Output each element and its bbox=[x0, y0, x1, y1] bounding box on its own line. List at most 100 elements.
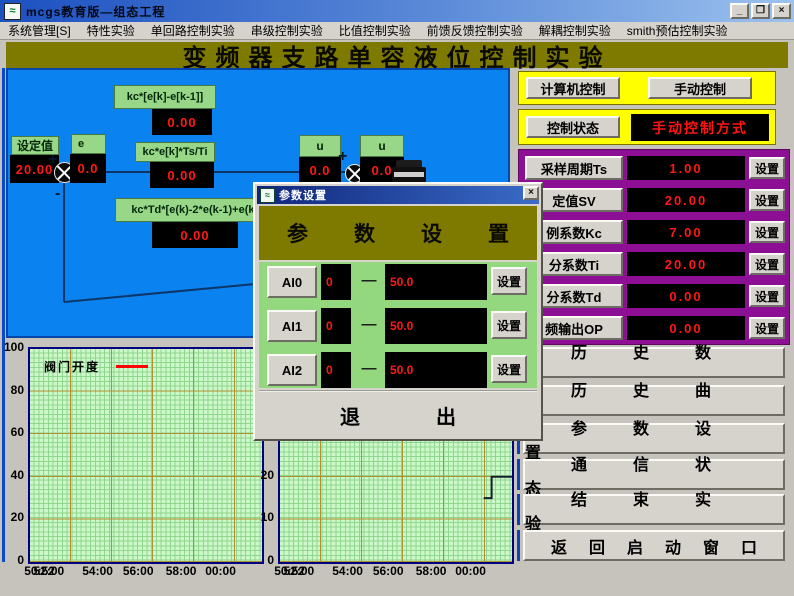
dialog-title-bar[interactable]: ≈ 参数设置 bbox=[257, 186, 539, 204]
dialog-footer: 退出 bbox=[259, 390, 537, 439]
left-border-line bbox=[2, 68, 5, 562]
action-frame-line bbox=[517, 459, 520, 490]
minimize-button-icon[interactable]: _ bbox=[730, 3, 749, 19]
param-label: 采样周期Ts bbox=[525, 156, 623, 180]
proportional-block-label: kc*[e[k]-e[k-1]] bbox=[114, 85, 216, 109]
x-tick-label: 52:00 bbox=[281, 564, 317, 578]
dialog-header: 参数设置 bbox=[259, 206, 537, 260]
param-value: 20.00 bbox=[627, 252, 745, 276]
range-high-value[interactable]: 50.0 bbox=[385, 308, 487, 344]
param-set-button[interactable]: 设置 bbox=[749, 253, 785, 275]
range-dash: — bbox=[358, 272, 380, 289]
y-tick-label: 10 bbox=[252, 510, 274, 524]
param-set-button[interactable]: 设置 bbox=[749, 285, 785, 307]
dialog-set-button[interactable]: 设置 bbox=[491, 267, 527, 295]
proportional-block-value: 0.00 bbox=[152, 109, 212, 135]
x-tick-label: 54:00 bbox=[330, 564, 366, 578]
action-button-4[interactable]: 结束实验 bbox=[523, 494, 785, 525]
title-bar: ≈ mcgs教育版—组态工程 _ ❐ × bbox=[0, 0, 794, 22]
u1-label: u bbox=[299, 135, 341, 157]
channel-label: AI0 bbox=[267, 266, 317, 298]
dialog-header-text: 参数设置 bbox=[241, 218, 555, 248]
manual-control-button[interactable]: 手动控制 bbox=[648, 77, 752, 99]
y-tick-label: 60 bbox=[0, 425, 24, 439]
param-set-button[interactable]: 设置 bbox=[749, 221, 785, 243]
action-button-2[interactable]: 参数设置 bbox=[523, 423, 785, 454]
control-status-button[interactable]: 控制状态 bbox=[526, 116, 620, 138]
valve-legend-label: 阀门开度 bbox=[44, 358, 100, 375]
menu-item-6[interactable]: 解耦控制实验 bbox=[531, 22, 619, 39]
y-tick-label: 0 bbox=[0, 553, 24, 567]
param-set-button[interactable]: 设置 bbox=[749, 157, 785, 179]
x-tick-label: 56:00 bbox=[370, 564, 406, 578]
param-value: 1.00 bbox=[627, 156, 745, 180]
status-panel: 控制状态 手动控制方式 bbox=[518, 109, 776, 145]
control-status-value: 手动控制方式 bbox=[631, 114, 769, 141]
dialog-set-button[interactable]: 设置 bbox=[491, 355, 527, 383]
dialog-row-ai1: AI10 — 50.0设置 bbox=[259, 308, 537, 344]
channel-label: AI2 bbox=[267, 354, 317, 386]
dialog-row-ai2: AI20—50.0设置 bbox=[259, 352, 537, 388]
action-frame-line bbox=[517, 494, 520, 525]
range-low-value[interactable]: 0 bbox=[321, 308, 351, 344]
mcgs-window: ≈ mcgs教育版—组态工程 _ ❐ × 系统管理[S]特性实验单回路控制实验串… bbox=[0, 0, 794, 596]
menu-item-5[interactable]: 前馈反馈控制实验 bbox=[419, 22, 531, 39]
valve-opening-chart: 阀门开度 bbox=[28, 347, 264, 564]
menu-item-3[interactable]: 串级控制实验 bbox=[243, 22, 331, 39]
param-row-0: 采样周期Ts1.00设置 bbox=[519, 156, 791, 182]
menu-item-2[interactable]: 单回路控制实验 bbox=[143, 22, 243, 39]
menu-item-1[interactable]: 特性实验 bbox=[79, 22, 143, 39]
close-button-icon[interactable]: × bbox=[772, 3, 791, 19]
x-tick-label: 00:00 bbox=[453, 564, 489, 578]
dialog-set-button[interactable]: 设置 bbox=[491, 311, 527, 339]
range-low-value[interactable]: 0 bbox=[321, 264, 351, 300]
u2-label: u bbox=[360, 135, 404, 157]
parameter-panel: 采样周期Ts1.00设置定值SV20.00设置例系数Kc7.00设置分系数Ti2… bbox=[518, 149, 790, 345]
action-button-0[interactable]: 历史数据 bbox=[523, 347, 785, 378]
x-tick-label: 54:00 bbox=[80, 564, 116, 578]
error-value: 0.0 bbox=[70, 154, 106, 183]
x-tick-label: 58:00 bbox=[163, 564, 199, 578]
param-value: 0.00 bbox=[627, 316, 745, 340]
param-row-3: 分系数Ti20.00设置 bbox=[519, 252, 791, 278]
dialog-close-icon[interactable]: × bbox=[523, 186, 539, 200]
y-tick-label: 100 bbox=[0, 340, 24, 354]
derivative-block-value: 0.00 bbox=[152, 222, 238, 248]
integral-block-label: kc*e[k]*Ts/Ti bbox=[135, 142, 215, 162]
restore-button-icon[interactable]: ❐ bbox=[751, 3, 770, 19]
action-button-1[interactable]: 历史曲线 bbox=[523, 385, 785, 416]
computer-control-button[interactable]: 计算机控制 bbox=[526, 77, 620, 99]
experiment-banner: 变频器支路单容液位控制实验 bbox=[6, 42, 788, 68]
y-tick-label: 20 bbox=[252, 468, 274, 482]
x-tick-label: 56:00 bbox=[120, 564, 156, 578]
sum2-plus-sign: + bbox=[338, 150, 347, 164]
range-low-value[interactable]: 0 bbox=[321, 352, 351, 388]
param-row-2: 例系数Kc7.00设置 bbox=[519, 220, 791, 246]
action-frame-line bbox=[517, 530, 520, 561]
y-tick-label: 80 bbox=[0, 383, 24, 397]
channel-label: AI1 bbox=[267, 310, 317, 342]
param-value: 20.00 bbox=[627, 188, 745, 212]
menu-item-4[interactable]: 比值控制实验 bbox=[331, 22, 419, 39]
range-high-value[interactable]: 50.0 bbox=[385, 264, 487, 300]
x-tick-label: 00:00 bbox=[203, 564, 239, 578]
exit-button[interactable]: 退出 bbox=[264, 401, 532, 430]
action-button-5[interactable]: 返回启动窗口 bbox=[523, 530, 785, 561]
range-high-value[interactable]: 50.0 bbox=[385, 352, 487, 388]
param-set-button[interactable]: 设置 bbox=[749, 189, 785, 211]
param-value: 7.00 bbox=[627, 220, 745, 244]
menu-item-7[interactable]: smith预估控制实验 bbox=[619, 22, 736, 39]
dialog-body: AI00—50.0设置AI10—50.0设置AI20—50.0设置 bbox=[259, 262, 537, 388]
param-set-button[interactable]: 设置 bbox=[749, 317, 785, 339]
error-label: e bbox=[71, 134, 106, 154]
y-tick-label: 20 bbox=[0, 510, 24, 524]
menu-item-0[interactable]: 系统管理[S] bbox=[0, 22, 79, 39]
mode-panel: 计算机控制 手动控制 bbox=[518, 71, 776, 105]
app-icon: ≈ bbox=[4, 3, 21, 20]
dialog-row-ai0: AI00 — 50.0设置 bbox=[259, 264, 537, 300]
param-row-1: 定值SV20.00设置 bbox=[519, 188, 791, 214]
range-dash: — bbox=[358, 316, 380, 333]
x-tick-label: 52:00 bbox=[31, 564, 67, 578]
u1-value: 0.0 bbox=[299, 157, 341, 183]
param-value: 0.00 bbox=[627, 284, 745, 308]
